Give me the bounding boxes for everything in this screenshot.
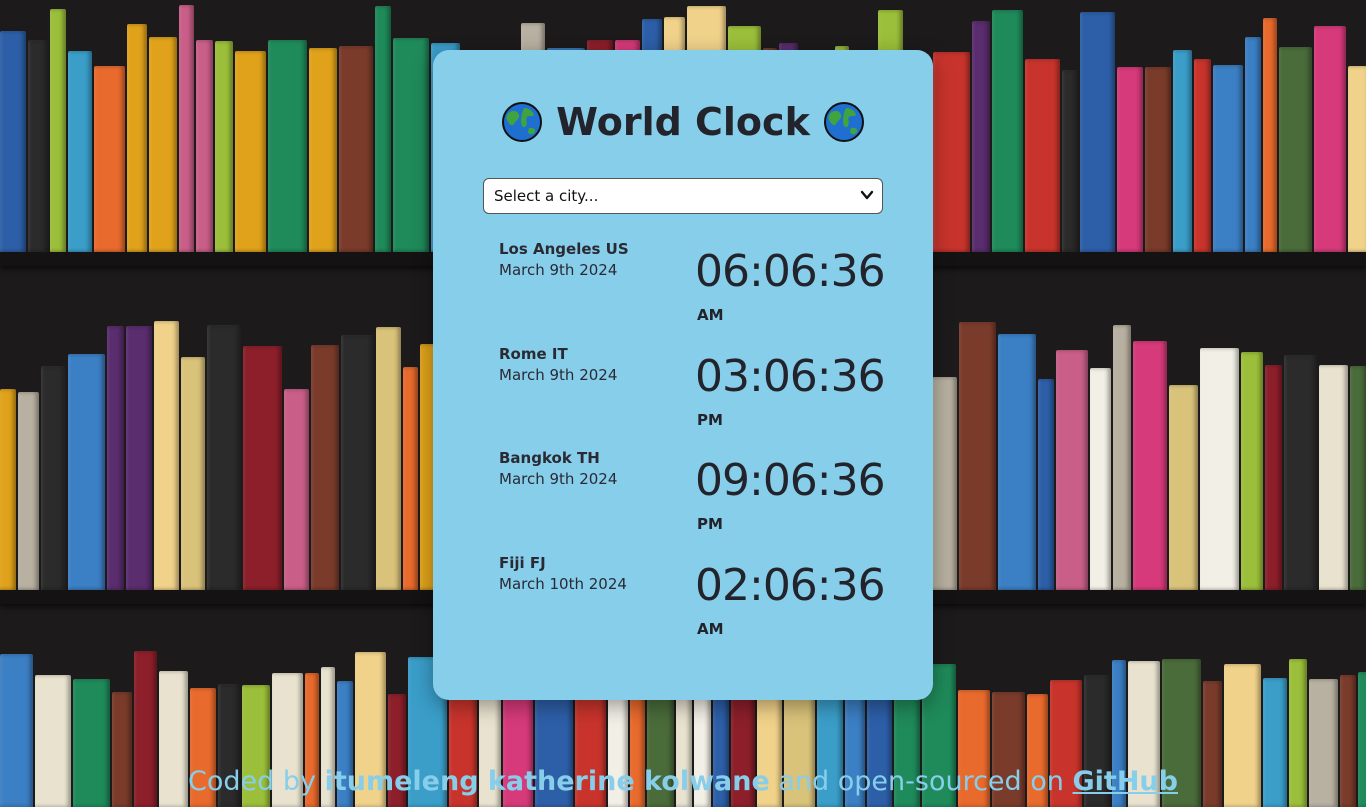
book-spine [1173, 50, 1192, 252]
book-spine [68, 51, 92, 252]
title-text: World Clock [556, 100, 810, 144]
city-date: March 9th 2024 [499, 366, 618, 384]
book-spine [998, 334, 1036, 590]
book-spine [268, 40, 307, 252]
book-spine [311, 345, 339, 590]
footer-middle: and open-sourced on [778, 766, 1064, 797]
book-spine [1263, 18, 1277, 252]
city-name: Los Angeles US [499, 240, 629, 258]
book-spine [0, 31, 26, 252]
book-spine [393, 38, 429, 252]
chevron-down-icon [860, 190, 874, 200]
book-spine [1080, 12, 1115, 252]
book-spine [1145, 67, 1171, 252]
city-select[interactable]: Select a city... [483, 178, 883, 214]
book-spine [972, 21, 990, 252]
book-spine [1350, 366, 1366, 590]
book-spine [1284, 355, 1317, 590]
city-date: March 9th 2024 [499, 261, 618, 279]
book-spine [126, 326, 152, 590]
footer-prefix: Coded by [188, 766, 316, 797]
book-spine [127, 24, 147, 252]
book-spine [1062, 70, 1078, 252]
world-clock-card: World Clock Select a city... Los Angeles… [433, 50, 933, 700]
book-spine [1319, 365, 1348, 590]
book-spine [196, 40, 213, 252]
book-spine [1194, 59, 1211, 252]
footer-credit: Coded by itumeleng katherine kolwane and… [0, 766, 1366, 797]
city-name: Rome IT [499, 345, 568, 363]
book-spine [931, 377, 957, 590]
book-spine [992, 10, 1023, 252]
book-spine [1056, 350, 1088, 590]
book-spine [1241, 352, 1263, 590]
city-select-value: Select a city... [494, 187, 599, 205]
city-date: March 10th 2024 [499, 575, 627, 593]
city-time-period: AM [697, 620, 724, 638]
book-spine [933, 52, 970, 252]
author-link[interactable]: itumeleng katherine kolwane [325, 766, 770, 797]
book-spine [284, 389, 309, 590]
book-spine [181, 357, 205, 590]
book-spine [375, 6, 391, 252]
city-time: 02:06:36 [695, 560, 886, 611]
globe-icon [823, 101, 864, 142]
city-time-period: PM [697, 515, 723, 533]
book-spine [41, 366, 66, 590]
book-spine [1200, 348, 1239, 590]
book-spine [341, 335, 374, 590]
book-spine [107, 326, 124, 590]
city-time-period: PM [697, 411, 723, 429]
book-spine [28, 40, 48, 252]
book-spine [18, 392, 39, 590]
book-spine [309, 48, 337, 252]
book-spine [1265, 365, 1282, 590]
city-clock-fiji: Fiji FJ March 10th 2024 02:06:36 AM [499, 554, 886, 654]
city-time-period: AM [697, 306, 724, 324]
city-clock-rome: Rome IT March 9th 2024 03:06:36 PM [499, 345, 886, 445]
book-spine [339, 46, 373, 252]
city-name: Bangkok TH [499, 449, 600, 467]
book-spine [1025, 59, 1060, 252]
book-spine [1348, 66, 1366, 252]
city-date: March 9th 2024 [499, 470, 618, 488]
book-spine [1090, 368, 1111, 590]
book-spine [1113, 325, 1131, 590]
book-spine [1169, 385, 1198, 590]
city-time: 03:06:36 [695, 351, 886, 402]
book-spine [1038, 379, 1054, 590]
city-time: 09:06:36 [695, 455, 886, 506]
book-spine [243, 346, 282, 590]
book-spine [1245, 37, 1261, 252]
city-time: 06:06:36 [695, 246, 886, 297]
book-spine [50, 9, 66, 252]
book-spine [207, 325, 241, 590]
book-spine [94, 66, 125, 252]
book-spine [376, 327, 401, 590]
book-spine [1314, 26, 1346, 252]
book-spine [1279, 47, 1312, 252]
globe-icon [502, 101, 543, 142]
book-spine [179, 5, 194, 252]
book-spine [959, 322, 996, 590]
book-spine [215, 41, 233, 252]
book-spine [1213, 65, 1243, 252]
book-spine [154, 321, 179, 590]
book-spine [1117, 67, 1143, 252]
book-spine [235, 51, 266, 252]
city-name: Fiji FJ [499, 554, 546, 572]
city-clock-los-angeles: Los Angeles US March 9th 2024 06:06:36 A… [499, 240, 886, 340]
page-title: World Clock [433, 100, 933, 144]
github-link[interactable]: GitHub [1073, 766, 1178, 797]
book-spine [1133, 341, 1167, 590]
book-spine [149, 37, 177, 252]
book-spine [68, 354, 105, 590]
city-clock-bangkok: Bangkok TH March 9th 2024 09:06:36 PM [499, 449, 886, 549]
book-spine [0, 389, 16, 590]
book-spine [403, 367, 418, 590]
